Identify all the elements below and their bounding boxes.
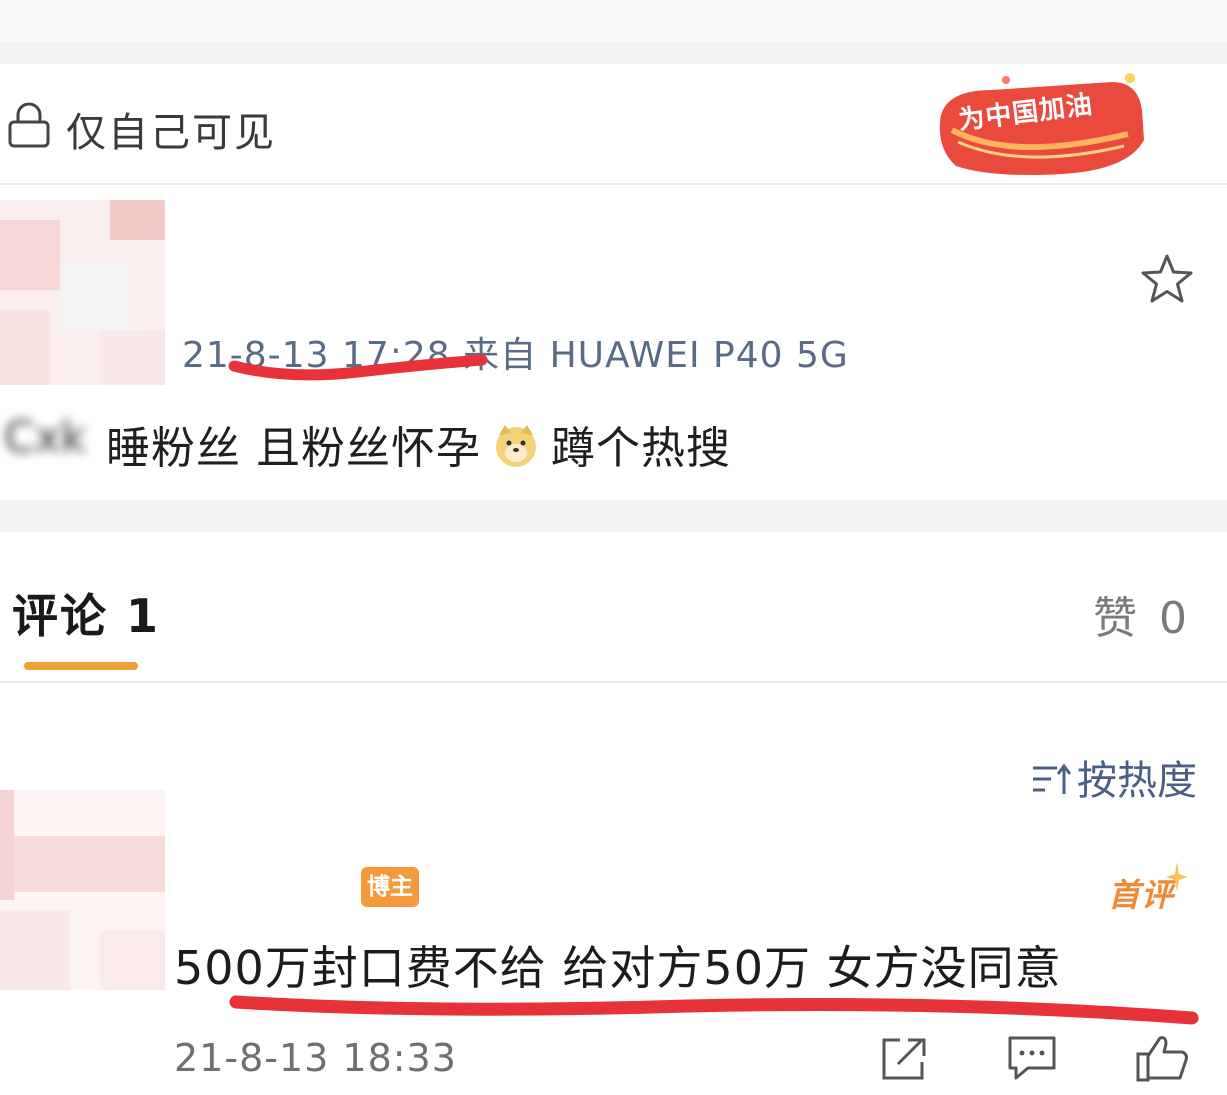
sort-label: 按热度 [1077, 758, 1197, 804]
share-icon[interactable] [878, 1034, 930, 1082]
blogger-tag: 博主 [361, 867, 419, 907]
sort-by-hot-button[interactable]: 按热度 [1031, 748, 1197, 806]
post-body-text-1: 睡粉丝 且粉丝怀孕 [106, 423, 481, 474]
red-annotation-underline [228, 354, 488, 381]
commenter-avatar[interactable] [0, 790, 165, 990]
section-divider [0, 42, 1227, 64]
doge-emoji-icon [496, 425, 536, 467]
section-divider [0, 500, 1227, 532]
tab-likes[interactable]: 赞 0 [1093, 582, 1191, 646]
red-annotation-underline [229, 995, 1199, 1025]
privacy-label: 仅自己可见 [66, 110, 276, 156]
tab-active-indicator [24, 662, 138, 670]
sparkle-icon [1166, 862, 1188, 892]
reply-comment-icon[interactable] [1006, 1034, 1058, 1082]
post-body: 睡粉丝 且粉丝怀孕 蹲个热搜 [106, 412, 731, 476]
sort-icon [1033, 763, 1071, 794]
top-strip [0, 0, 1227, 42]
lock-icon [8, 102, 50, 148]
divider [0, 681, 1227, 683]
avatar[interactable] [0, 200, 165, 385]
divider [0, 183, 1227, 185]
first-comment-tag: 首评 [1108, 876, 1175, 914]
favorite-star-icon[interactable] [1140, 253, 1194, 305]
blurred-author-name: Cxk [4, 412, 87, 463]
like-thumb-icon[interactable] [1134, 1034, 1190, 1082]
post-body-text-2: 蹲个热搜 [551, 423, 731, 474]
comment-timestamp: 21-8-13 18:33 [174, 1036, 457, 1080]
tab-comments[interactable]: 评论 1 [12, 580, 160, 646]
